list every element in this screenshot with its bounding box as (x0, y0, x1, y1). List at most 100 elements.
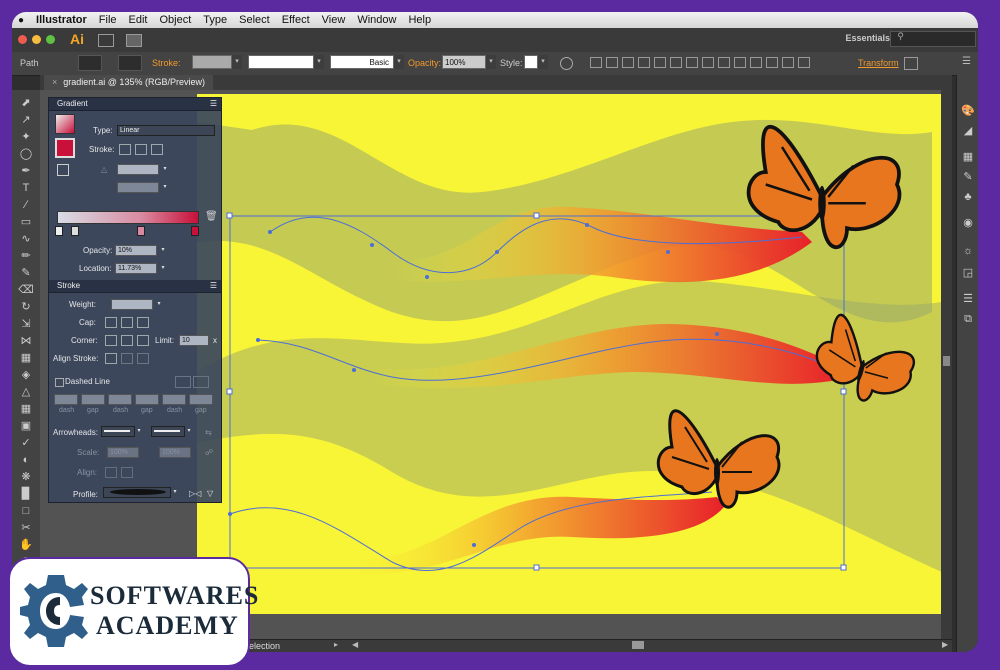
stroke-within-button[interactable] (119, 144, 131, 155)
graphic-styles-panel-icon[interactable]: ◉ (961, 217, 975, 229)
projecting-cap-button[interactable] (137, 317, 149, 328)
chevron-down-icon[interactable]: ▾ (155, 299, 163, 310)
chevron-down-icon[interactable]: ▾ (159, 245, 167, 256)
horizontal-scroll-thumb[interactable] (632, 641, 644, 649)
gradient-stop-2[interactable] (71, 226, 79, 236)
watermark-line-2: ACADEMY (96, 611, 239, 640)
end-arrow-scale-field[interactable]: 100% (159, 447, 191, 458)
round-cap-button[interactable] (121, 317, 133, 328)
gradient-location-field[interactable]: 11.73% (115, 263, 157, 274)
end-arrowhead-select[interactable] (151, 426, 185, 437)
stroke-panel-header[interactable]: Stroke ☰ (49, 280, 221, 293)
dash-input-3[interactable] (162, 394, 186, 405)
dashed-line-label: Dashed Line (65, 377, 110, 386)
profile-label: Profile: (73, 490, 98, 499)
gap-label-1: gap (87, 407, 99, 414)
width-profile-select[interactable] (103, 487, 171, 498)
gradient-opacity-field[interactable]: 10% (115, 245, 157, 256)
scroll-left-arrow-icon[interactable]: ◀ (352, 640, 358, 649)
miter-join-button[interactable] (105, 335, 117, 346)
flip-across-icon[interactable]: ▽ (207, 489, 213, 498)
brushes-panel-icon[interactable]: ✎ (961, 171, 975, 183)
chevron-down-icon[interactable]: ▾ (171, 487, 179, 498)
gradient-panel-header[interactable]: Gradient ☰ (49, 98, 221, 111)
dash-input-2[interactable] (108, 394, 132, 405)
delete-stop-icon[interactable]: 🗑 (205, 211, 218, 222)
layers-panel-icon[interactable]: ☰ (961, 293, 975, 305)
gradient-preview-swatch[interactable] (55, 114, 75, 134)
gradient-type-label: Type: (93, 126, 113, 135)
gap-label-2: gap (141, 407, 153, 414)
scale-label: Scale: (77, 448, 100, 457)
limit-unit: x (213, 336, 217, 345)
dashed-line-checkbox[interactable] (55, 378, 64, 387)
gradient-angle-field[interactable] (117, 164, 159, 175)
gap-input-1[interactable] (81, 394, 105, 405)
gradient-panel-title: Gradient (57, 99, 88, 108)
app-window: ● Illustrator File Edit Object Type Sele… (12, 12, 978, 652)
round-join-button[interactable] (121, 335, 133, 346)
panel-menu-icon[interactable]: ☰ (202, 280, 217, 292)
gradient-opacity-label: Opacity: (83, 246, 113, 255)
stroke-across-button[interactable] (151, 144, 163, 155)
dash-label-3: dash (167, 407, 183, 414)
arrow-tip-extend-button[interactable] (105, 467, 117, 478)
symbols-panel-icon[interactable]: ♣ (961, 191, 975, 203)
chevron-down-icon[interactable]: ▾ (161, 164, 169, 175)
arrowheads-label: Arrowheads: (53, 428, 98, 437)
panel-menu-icon[interactable]: ☰ (202, 98, 217, 110)
gradient-slider[interactable] (57, 211, 199, 224)
transparency-panel-icon[interactable]: ◲ (961, 267, 975, 279)
gradient-location-label: Location: (79, 264, 112, 273)
status-menu-arrow-icon[interactable]: ▸ (334, 640, 338, 649)
chevron-down-icon[interactable]: ▾ (159, 263, 167, 274)
gap-input-3[interactable] (189, 394, 213, 405)
flip-along-icon[interactable]: ▷◁ (189, 489, 201, 498)
stroke-weight-input[interactable] (111, 299, 153, 310)
bevel-join-button[interactable] (137, 335, 149, 346)
gear-logo-icon (20, 575, 88, 647)
align-stroke-center-button[interactable] (105, 353, 117, 364)
gradient-fill-stroke-icon[interactable] (55, 138, 75, 158)
scroll-right-arrow-icon[interactable]: ▶ (942, 640, 948, 649)
gradient-ribbon-3[interactable] (342, 496, 724, 575)
arrowhead-line-icon (104, 430, 130, 432)
stroke-panel-title: Stroke (57, 281, 81, 290)
butt-cap-button[interactable] (105, 317, 117, 328)
arrow-align-label: Align: (77, 468, 98, 477)
color-panel-icon[interactable]: 🎨 (961, 105, 975, 117)
arrow-tip-place-button[interactable] (121, 467, 133, 478)
arrowhead-line-icon (154, 430, 180, 432)
chevron-down-icon[interactable]: ▾ (185, 426, 193, 437)
dash-corners-button[interactable] (175, 376, 191, 388)
gradient-reverse-icon[interactable] (57, 164, 69, 176)
align-stroke-outside-button[interactable] (137, 353, 149, 364)
align-stroke-inside-button[interactable] (121, 353, 133, 364)
link-scale-icon[interactable]: ☍ (205, 448, 213, 457)
swatches-panel-icon[interactable]: ▦ (961, 151, 975, 163)
gradient-stop-3[interactable] (137, 226, 145, 236)
gradient-type-select[interactable]: Linear (117, 125, 215, 136)
dash-input-1[interactable] (54, 394, 78, 405)
gradient-stop-1[interactable] (55, 226, 63, 236)
dash-align-button[interactable] (193, 376, 209, 388)
gradient-stroke-panel: Gradient ☰ Type: Linear Stroke: △ ▾ ▾ 🗑 … (48, 97, 222, 503)
gradient-aspect-field[interactable] (117, 182, 159, 193)
color-guide-icon[interactable]: ◢ (961, 125, 975, 137)
start-arrowhead-select[interactable] (101, 426, 135, 437)
cap-label: Cap: (79, 318, 96, 327)
gradient-stop-4[interactable] (191, 226, 199, 236)
start-arrow-scale-field[interactable]: 100% (107, 447, 139, 458)
swap-arrowheads-icon[interactable]: ⇆ (205, 428, 212, 437)
vertical-scroll-thumb[interactable] (943, 356, 950, 366)
gap-input-2[interactable] (135, 394, 159, 405)
stroke-along-button[interactable] (135, 144, 147, 155)
corner-label: Corner: (71, 336, 98, 345)
appearance-panel-icon[interactable]: ☼ (961, 245, 975, 257)
chevron-down-icon[interactable]: ▾ (135, 426, 143, 437)
miter-limit-field[interactable]: 10 (179, 335, 209, 346)
chevron-down-icon[interactable]: ▾ (161, 182, 169, 193)
artboards-panel-icon[interactable]: ⧉ (961, 313, 975, 325)
gradient-type-value: Linear (120, 127, 140, 134)
gradient-stroke-label: Stroke: (89, 145, 115, 154)
